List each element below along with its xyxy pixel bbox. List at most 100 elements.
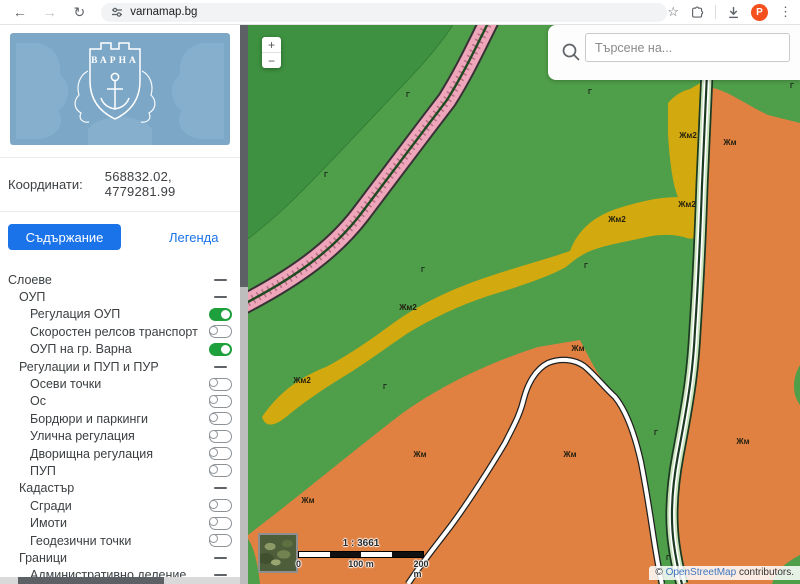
layer-row: Сгради [0,497,240,514]
downloads-icon[interactable] [727,6,740,19]
layer-toggle[interactable] [209,430,232,443]
zone-label: Жм2 [398,303,417,312]
layer-label: Регулация ОУП [0,307,209,321]
toolbar-separator [715,5,716,19]
zone-label: Г [421,267,425,274]
menu-kebab-icon[interactable]: ⋮ [779,4,792,20]
map-attribution: © OpenStreetMap contributors. [649,566,800,580]
layer-label: Имоти [0,516,209,530]
layer-row: ОУП на гр. Варна [0,341,240,358]
attribution-prefix: © [655,567,665,578]
zone-label: Жм2 [292,376,311,385]
varna-coat-of-arms: ВАРНА [10,33,230,145]
layer-row: Регулация ОУП [0,306,240,323]
layer-toggle[interactable] [209,499,232,512]
attribution-suffix: contributors. [736,567,794,578]
scale-ratio: 1 : 3661 [298,538,424,549]
zone-label: Жм [300,496,314,505]
overview-minimap[interactable] [258,533,298,573]
site-info-icon[interactable] [111,6,123,18]
zone-label: Жм [735,437,749,446]
search-icon [561,42,581,67]
sidebar-horizontal-scrollbar[interactable] [0,577,240,584]
layer-row: Геодезични точки [0,532,240,549]
sidebar: ВАРНА Координати: 568832.02, 4779281.99 … [0,25,240,584]
legend-tab-button[interactable]: Легенда [169,230,218,245]
layer-toggle[interactable] [209,412,232,425]
zone-label: Г [588,89,592,96]
layer-row: Улична регулация [0,428,240,445]
layer-toggle[interactable] [209,343,232,356]
extensions-icon[interactable] [690,5,704,19]
layer-label: Регулации и ПУП и ПУР [0,360,209,374]
browser-toolbar: ← → ↻ varnamap.bg ☆ P ⋮ [0,0,800,25]
collapse-icon[interactable] [214,366,227,368]
zone-label: Г [654,430,658,437]
layer-tree: СлоевеОУПРегулация ОУПСкоростен релсов т… [0,271,240,584]
layer-label: ОУП на гр. Варна [0,342,209,356]
zone-label: Г [324,172,328,179]
layer-label: Бордюри и паркинги [0,412,209,426]
search-panel [548,25,800,80]
collapse-icon[interactable] [214,279,227,281]
scrollbar-thumb[interactable] [240,25,248,287]
profile-avatar[interactable]: P [751,4,768,21]
scale-bar: 1 : 3661 0 100 m 200 m [298,538,424,571]
zone-label: Жм [562,450,576,459]
layer-label: Ос [0,394,209,408]
zoom-in-button[interactable]: + [262,37,281,52]
layer-row: Граници [0,549,240,566]
layer-row: Осеви точки [0,375,240,392]
zone-label: Жм [722,138,736,147]
sidebar-vertical-scrollbar[interactable] [240,25,248,584]
layer-toggle[interactable] [209,308,232,321]
zone-label: Жм [412,450,426,459]
content-tab-button[interactable]: Съдържание [8,224,121,250]
reload-icon[interactable]: ↻ [68,2,92,22]
layer-label: Кадастър [0,481,209,495]
zoning-map: ГГГГГГГГГЖм2Жм2Жм2Жм2Жм2ЖмЖмЖмЖмЖмЖм [248,25,800,584]
search-input[interactable] [585,33,790,62]
layer-toggle[interactable] [209,464,232,477]
layer-toggle[interactable] [209,447,232,460]
zone-label: Г [406,92,410,99]
layer-toggle[interactable] [209,395,232,408]
collapse-icon[interactable] [214,487,227,489]
scale-label-200: 200 m [413,559,428,579]
layer-row: Ос [0,393,240,410]
zoom-out-button[interactable]: − [262,53,281,68]
scrollbar-thumb[interactable] [18,577,164,584]
layer-label: ПУП [0,464,209,478]
layer-label: Дворищна регулация [0,447,209,461]
collapse-icon[interactable] [214,296,227,298]
zone-label: Г [383,384,387,391]
layer-row: Дворищна регулация [0,445,240,462]
layer-toggle[interactable] [209,517,232,530]
layer-toggle[interactable] [209,325,232,338]
map-canvas[interactable]: ГГГГГГГГГЖм2Жм2Жм2Жм2Жм2ЖмЖмЖмЖмЖмЖм + −… [248,25,800,584]
layer-row: Бордюри и паркинги [0,410,240,427]
layer-toggle[interactable] [209,534,232,547]
url-bar[interactable]: varnamap.bg [101,3,667,22]
divider [0,211,240,212]
collapse-icon[interactable] [214,557,227,559]
layer-label: Улична регулация [0,429,209,443]
forward-icon[interactable]: → [38,2,62,22]
openstreetmap-link[interactable]: OpenStreetMap [666,567,737,578]
layer-toggle[interactable] [209,378,232,391]
layer-row: Регулации и ПУП и ПУР [0,358,240,375]
url-text: varnamap.bg [130,6,197,18]
layer-row: Слоеве [0,271,240,288]
zone-label: Г [790,83,794,90]
zone-label: Жм2 [678,131,697,140]
scale-label-100: 100 m [348,559,374,569]
zone-label: Жм [570,344,584,353]
bookmark-star-icon[interactable]: ☆ [667,4,679,20]
layer-label: Слоеве [0,273,209,287]
zone-label: Жм2 [607,215,626,224]
zoom-control: + − [262,37,281,68]
layer-row: Имоти [0,514,240,531]
logo-text: ВАРНА [91,56,139,66]
layer-row: ПУП [0,462,240,479]
back-icon[interactable]: ← [8,2,32,22]
